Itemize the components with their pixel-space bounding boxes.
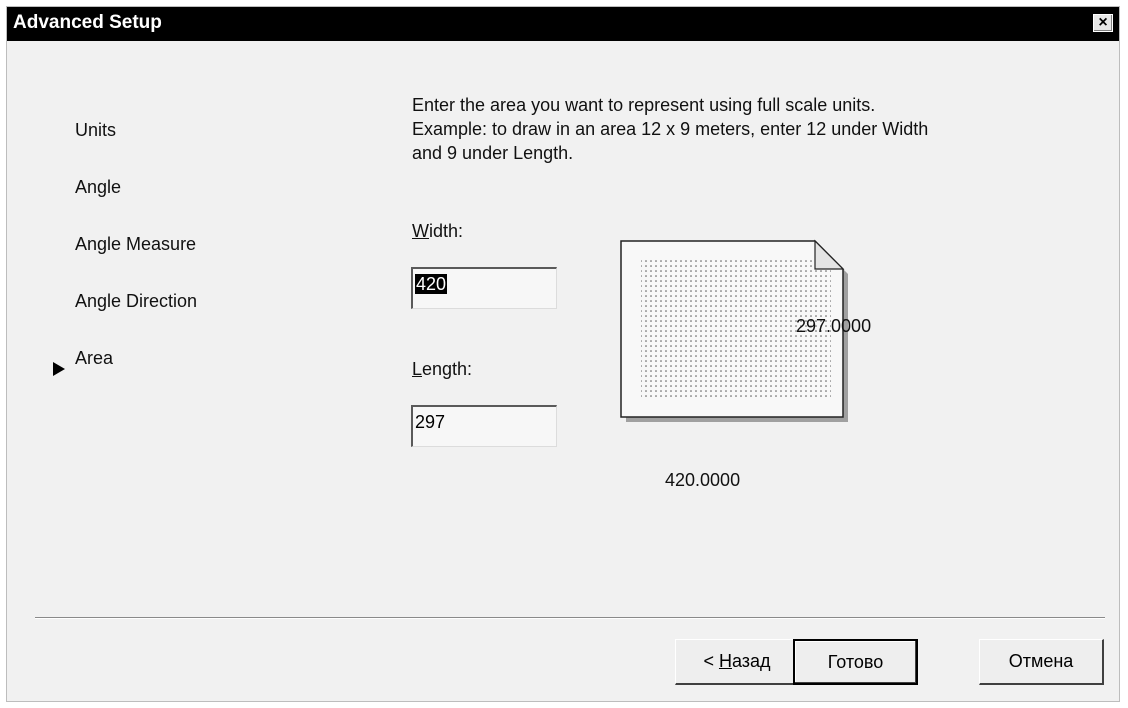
close-button[interactable]: × — [1093, 14, 1113, 32]
title-bar[interactable]: Advanced Setup × — [7, 7, 1119, 41]
finish-button[interactable]: Готово — [793, 639, 918, 685]
nav-item-angle-measure: Angle Measure — [75, 234, 197, 254]
width-label-mnemonic: W — [412, 221, 429, 241]
width-input-value: 420 — [415, 274, 448, 294]
length-input[interactable]: 297 — [411, 405, 557, 447]
cancel-button[interactable]: Отмена — [979, 639, 1104, 685]
back-button-mnemonic: Н — [718, 651, 732, 671]
advanced-setup-dialog: Advanced Setup × Units Angle Angle Measu… — [6, 6, 1120, 702]
nav-item-units: Units — [75, 120, 117, 140]
length-input-value: 297 — [415, 412, 446, 432]
dialog-title: Advanced Setup — [13, 12, 162, 33]
width-label: Width: — [412, 221, 463, 242]
nav-item-angle-direction: Angle Direction — [75, 291, 198, 311]
current-step-arrow-icon — [53, 362, 65, 376]
nav-item-area: Area — [75, 348, 114, 368]
separator — [35, 617, 1105, 619]
back-button-text: азад — [731, 651, 771, 671]
width-label-text: idth: — [429, 221, 464, 241]
preview-height-label: 297.0000 — [796, 316, 872, 336]
back-button[interactable]: < Назад — [675, 639, 800, 685]
width-input[interactable]: 420 — [411, 267, 557, 309]
preview-width-label: 420.0000 — [665, 470, 741, 490]
nav-item-angle: Angle — [75, 177, 122, 197]
length-label-text: ength: — [422, 359, 473, 379]
length-label-mnemonic: L — [412, 359, 423, 379]
back-button-prefix: < — [703, 651, 719, 671]
area-description: Enter the area you want to represent usi… — [412, 95, 929, 163]
length-label: Length: — [412, 359, 472, 380]
